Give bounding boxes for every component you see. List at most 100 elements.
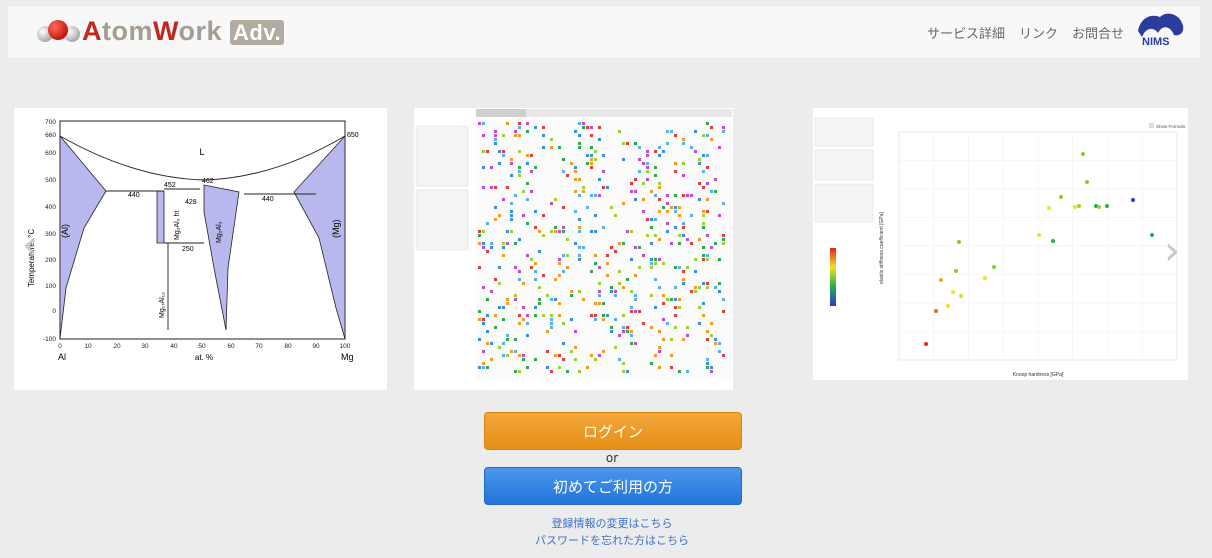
matrix-cell (594, 358, 597, 361)
matrix-cell (650, 326, 653, 329)
matrix-cell (578, 178, 581, 181)
matrix-cell (722, 130, 725, 133)
matrix-cell (578, 290, 581, 293)
matrix-cell (494, 138, 497, 141)
matrix-cell (526, 334, 529, 337)
matrix-cell (706, 366, 709, 369)
matrix-cell (534, 278, 537, 281)
ytick: 600 (45, 150, 56, 157)
matrix-cell (502, 134, 505, 137)
matrix-cell (550, 230, 553, 233)
matrix-cell (546, 366, 549, 369)
matrix-cell (702, 214, 705, 217)
scatter-point (1097, 205, 1101, 209)
matrix-cell (606, 186, 609, 189)
matrix-cell (530, 154, 533, 157)
matrix-cell (690, 214, 693, 217)
login-button[interactable]: ログイン (484, 412, 742, 450)
matrix-cell (498, 282, 501, 285)
matrix-cell (538, 302, 541, 305)
matrix-cell (486, 342, 489, 345)
matrix-cell (570, 318, 573, 321)
matrix-cell (662, 262, 665, 265)
matrix-cell (714, 338, 717, 341)
matrix-cell (690, 242, 693, 245)
matrix-cell (634, 198, 637, 201)
matrix-cell (606, 314, 609, 317)
nav-links[interactable]: リンク (1019, 23, 1058, 42)
matrix-cell (494, 206, 497, 209)
matrix-cell (594, 194, 597, 197)
matrix-cell (710, 370, 713, 373)
matrix-cell (562, 322, 565, 325)
xtick: 90 (312, 343, 320, 350)
xtick: 30 (141, 343, 149, 350)
matrix-cell (658, 146, 661, 149)
nims-logo[interactable]: NIMS (1132, 9, 1192, 49)
carousel-prev-button[interactable]: ‹ (22, 222, 38, 268)
forgot-password-link[interactable]: パスワードを忘れた方はこちら (484, 532, 740, 548)
matrix-cell (706, 134, 709, 137)
matrix-cell (490, 246, 493, 249)
nav-contact[interactable]: お問合せ (1072, 23, 1124, 42)
matrix-cell (598, 194, 601, 197)
matrix-cell (650, 226, 653, 229)
matrix-cell (658, 350, 661, 353)
matrix-cell (490, 242, 493, 245)
matrix-cell (598, 178, 601, 181)
matrix-cell (674, 298, 677, 301)
matrix-cell (502, 150, 505, 153)
matrix-cell (634, 342, 637, 345)
matrix-cell (590, 270, 593, 273)
matrix-cell (518, 314, 521, 317)
matrix-cell (678, 370, 681, 373)
matrix-cell (686, 370, 689, 373)
matrix-cell (526, 122, 529, 125)
matrix-cell (590, 158, 593, 161)
atomwork-logo[interactable]: AtomWork Adv. (36, 16, 285, 47)
matrix-cell (670, 130, 673, 133)
matrix-cell (478, 366, 481, 369)
matrix-cell (562, 254, 565, 257)
matrix-cell (650, 362, 653, 365)
matrix-cell (594, 158, 597, 161)
matrix-cell (618, 334, 621, 337)
nav-service-details[interactable]: サービス詳細 (927, 23, 1005, 42)
matrix-cell (682, 226, 685, 229)
matrix-cell (518, 150, 521, 153)
matrix-cell (670, 366, 673, 369)
matrix-cell (710, 126, 713, 129)
matrix-cell (626, 230, 629, 233)
matrix-cell (478, 310, 481, 313)
scatter-point (1105, 204, 1109, 208)
matrix-cell (646, 154, 649, 157)
matrix-cell (554, 298, 557, 301)
first-time-user-button[interactable]: 初めてご利用の方 (484, 467, 742, 505)
matrix-cell (678, 234, 681, 237)
carousel-next-button[interactable]: › (1164, 228, 1180, 274)
matrix-cell (622, 286, 625, 289)
matrix-cell (574, 242, 577, 245)
matrix-cell (558, 354, 561, 357)
matrix-cell (706, 330, 709, 333)
matrix-cell (626, 326, 629, 329)
matrix-cell (510, 210, 513, 213)
matrix-cell (578, 194, 581, 197)
matrix-cell (514, 242, 517, 245)
matrix-cell (698, 158, 701, 161)
matrix-cell (678, 266, 681, 269)
matrix-cell (598, 290, 601, 293)
svg-text:NIMS: NIMS (1142, 36, 1170, 48)
matrix-cell (562, 226, 565, 229)
matrix-cell (654, 262, 657, 265)
matrix-cell (654, 166, 657, 169)
matrix-cell (670, 242, 673, 245)
matrix-cell (714, 286, 717, 289)
matrix-cell (714, 190, 717, 193)
matrix-card (414, 108, 733, 390)
change-registration-link[interactable]: 登録情報の変更はこちら (484, 515, 740, 531)
show-formula-checkbox[interactable] (1149, 123, 1154, 128)
ytick: 200 (45, 257, 56, 264)
matrix-cell (702, 170, 705, 173)
matrix-cell (646, 218, 649, 221)
